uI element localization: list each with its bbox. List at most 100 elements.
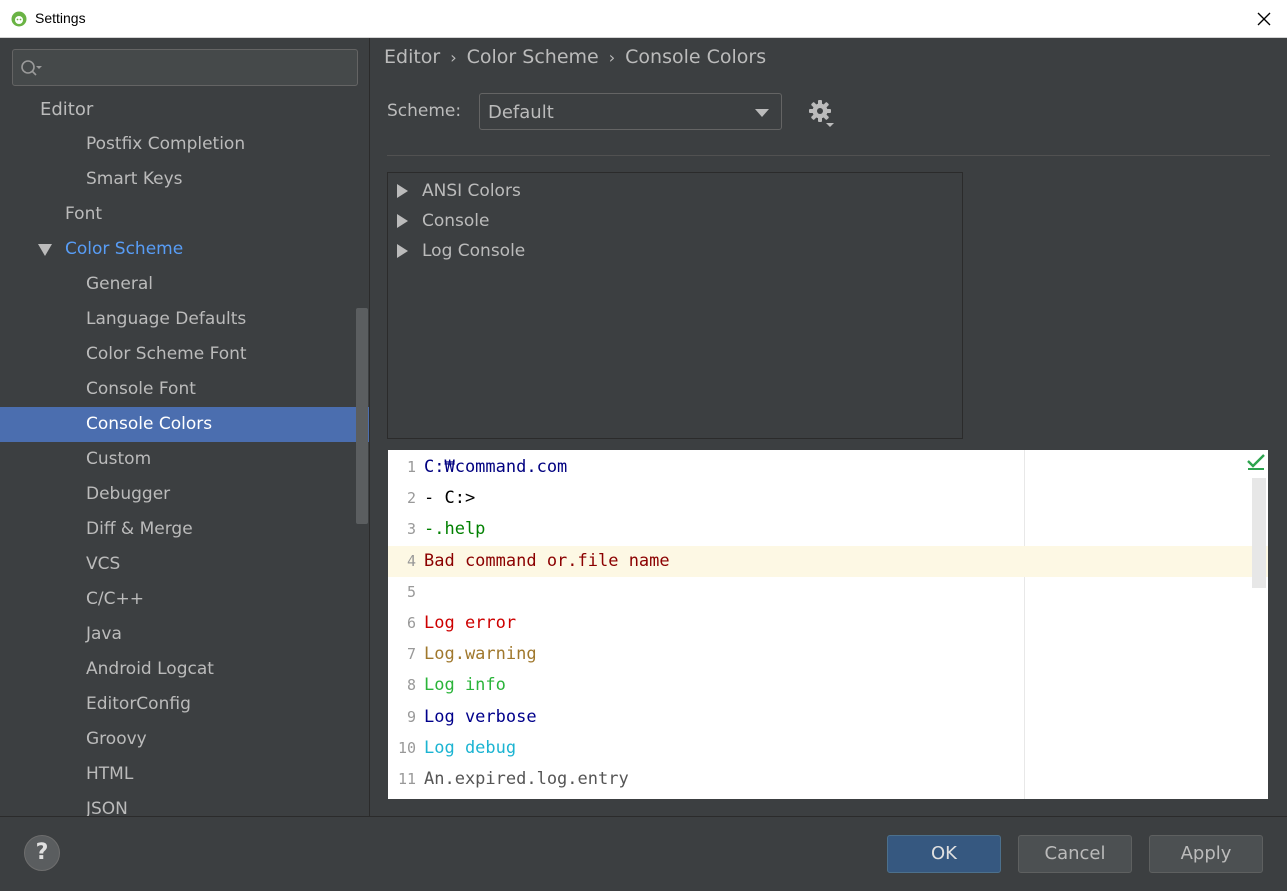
tree-item-label: ANSI Colors (422, 181, 521, 201)
window-title: Settings (35, 10, 86, 26)
sidebar-item[interactable]: General (0, 267, 369, 302)
scheme-label: Scheme: (387, 101, 462, 121)
expand-arrow-icon[interactable] (397, 214, 408, 228)
android-studio-icon (11, 11, 27, 27)
line-number: 4 (406, 551, 416, 570)
code-line: 3 -.help (388, 514, 1268, 545)
line-number: 5 (406, 582, 416, 601)
ok-button[interactable]: OK (887, 835, 1001, 873)
code-text: - C:> (424, 488, 476, 509)
tree-item-log-console[interactable]: Log Console (388, 236, 962, 266)
sidebar-item[interactable]: JSON (0, 792, 369, 816)
breadcrumb-console-colors: Console Colors (625, 46, 767, 68)
sidebar-item[interactable]: Android Logcat (0, 652, 369, 687)
scheme-dropdown[interactable]: Default (479, 93, 782, 130)
sidebar-item[interactable]: C/C++ (0, 582, 369, 617)
sidebar-item[interactable]: Postfix Completion (0, 127, 369, 162)
scheme-value: Default (488, 102, 554, 123)
sidebar-item-label: Color Scheme (65, 239, 184, 259)
code-line: 8 Log info (388, 670, 1268, 701)
code-line: 1 C:₩command.com (388, 452, 1268, 483)
sidebar-item-label: Groovy (86, 729, 147, 749)
sidebar-item[interactable]: HTML (0, 757, 369, 792)
preview-editor[interactable]: 1 C:₩command.com 2 - C:> 3 -.help 4 Bad command… (388, 450, 1268, 799)
help-button[interactable]: ? (24, 835, 60, 871)
gear-icon (809, 100, 834, 127)
sidebar-item[interactable]: Java (0, 617, 369, 652)
sidebar-item-label: C/C++ (86, 589, 144, 609)
sidebar-item-label: HTML (86, 764, 134, 784)
sidebar-item-label: Language Defaults (86, 309, 247, 329)
divider (0, 816, 1287, 817)
sidebar-item[interactable]: Language Defaults (0, 302, 369, 337)
line-number: 7 (406, 645, 416, 664)
code-text: An.expired.log.entry (424, 769, 629, 789)
code-line: 4 Bad command or.file name (388, 545, 1268, 577)
code-line: 5 (388, 577, 1268, 608)
scheme-actions-button[interactable] (806, 98, 838, 130)
sidebar-item-label: General (86, 274, 153, 294)
preview-scrollbar[interactable] (1252, 478, 1266, 588)
tree-item-label: Console (422, 211, 490, 231)
expand-arrow-icon[interactable] (397, 244, 408, 258)
sidebar-item[interactable]: VCS (0, 547, 369, 582)
code-line: 10 Log debug (388, 733, 1268, 764)
sidebar-item[interactable]: EditorConfig (0, 687, 369, 722)
breadcrumb: Editor › Color Scheme › Console Colors (384, 46, 766, 68)
tree-item-label: Log Console (422, 241, 526, 261)
line-number: 1 (406, 458, 416, 476)
sidebar-item-label: EditorConfig (86, 694, 191, 714)
line-number: 9 (406, 707, 416, 726)
tree-item-console[interactable]: Console (388, 206, 962, 236)
sidebar-item[interactable]: Console Colors (0, 407, 369, 442)
apply-button[interactable]: Apply (1149, 835, 1263, 873)
cancel-button[interactable]: Cancel (1018, 835, 1132, 873)
code-line: 11 An.expired.log.entry (388, 764, 1268, 795)
close-button[interactable] (1241, 0, 1287, 37)
line-number: 8 (406, 676, 416, 695)
sidebar-item[interactable]: Debugger (0, 477, 369, 512)
code-text: Bad command or.file name (424, 550, 670, 571)
search-box[interactable] (12, 49, 358, 86)
sidebar-item-label: Android Logcat (86, 659, 214, 679)
sidebar-item[interactable]: Diff & Merge (0, 512, 369, 547)
sidebar-item-label: JSON (86, 799, 128, 816)
tree-item-ansi-colors[interactable]: ANSI Colors (388, 176, 962, 206)
expand-arrow-icon[interactable] (397, 184, 408, 198)
code-line: 7 Log.warning (388, 639, 1268, 670)
sidebar-item-label: Debugger (86, 484, 171, 504)
dialog-button-bar: ? OK Cancel Apply (0, 816, 1287, 891)
sidebar-item-label: Java (86, 624, 122, 644)
sidebar-item[interactable]: Color Scheme Font (0, 337, 369, 372)
sidebar-scrollbar[interactable] (356, 308, 368, 524)
sidebar-item[interactable]: Smart Keys (0, 162, 369, 197)
sidebar-item-label: VCS (86, 554, 121, 574)
code-text: Log error (424, 613, 517, 633)
breadcrumb-color-scheme: Color Scheme (466, 46, 599, 68)
sidebar-item-label: Custom (86, 449, 152, 469)
sidebar-item-label: Editor (40, 99, 94, 120)
sidebar-item-label: Console Colors (86, 414, 213, 434)
line-number: 11 (397, 770, 416, 788)
divider (387, 155, 1270, 156)
chevron-down-icon (755, 109, 769, 117)
sidebar-item[interactable]: Groovy (0, 722, 369, 757)
search-icon (21, 60, 42, 76)
code-text: Log verbose (424, 706, 537, 727)
breadcrumb-separator: › (450, 48, 457, 67)
sidebar-item[interactable]: Color Scheme (0, 232, 369, 267)
sidebar-item-label: Diff & Merge (86, 519, 193, 539)
code-text: Log.warning (424, 644, 537, 665)
sidebar-item[interactable]: Font (0, 197, 369, 232)
sidebar-item-label: Console Font (86, 379, 196, 399)
collapse-arrow-icon[interactable] (38, 244, 52, 256)
code-text: Log debug (424, 737, 517, 758)
sidebar-item[interactable]: Custom (0, 442, 369, 477)
breadcrumb-separator: › (608, 48, 616, 67)
code-line: 9 Log verbose (388, 702, 1268, 733)
sidebar-item[interactable]: Editor (0, 92, 369, 127)
search-input[interactable] (49, 56, 353, 82)
close-icon (1257, 12, 1271, 25)
sidebar-item[interactable]: Console Font (0, 372, 369, 407)
code-text: Log info (424, 675, 506, 696)
